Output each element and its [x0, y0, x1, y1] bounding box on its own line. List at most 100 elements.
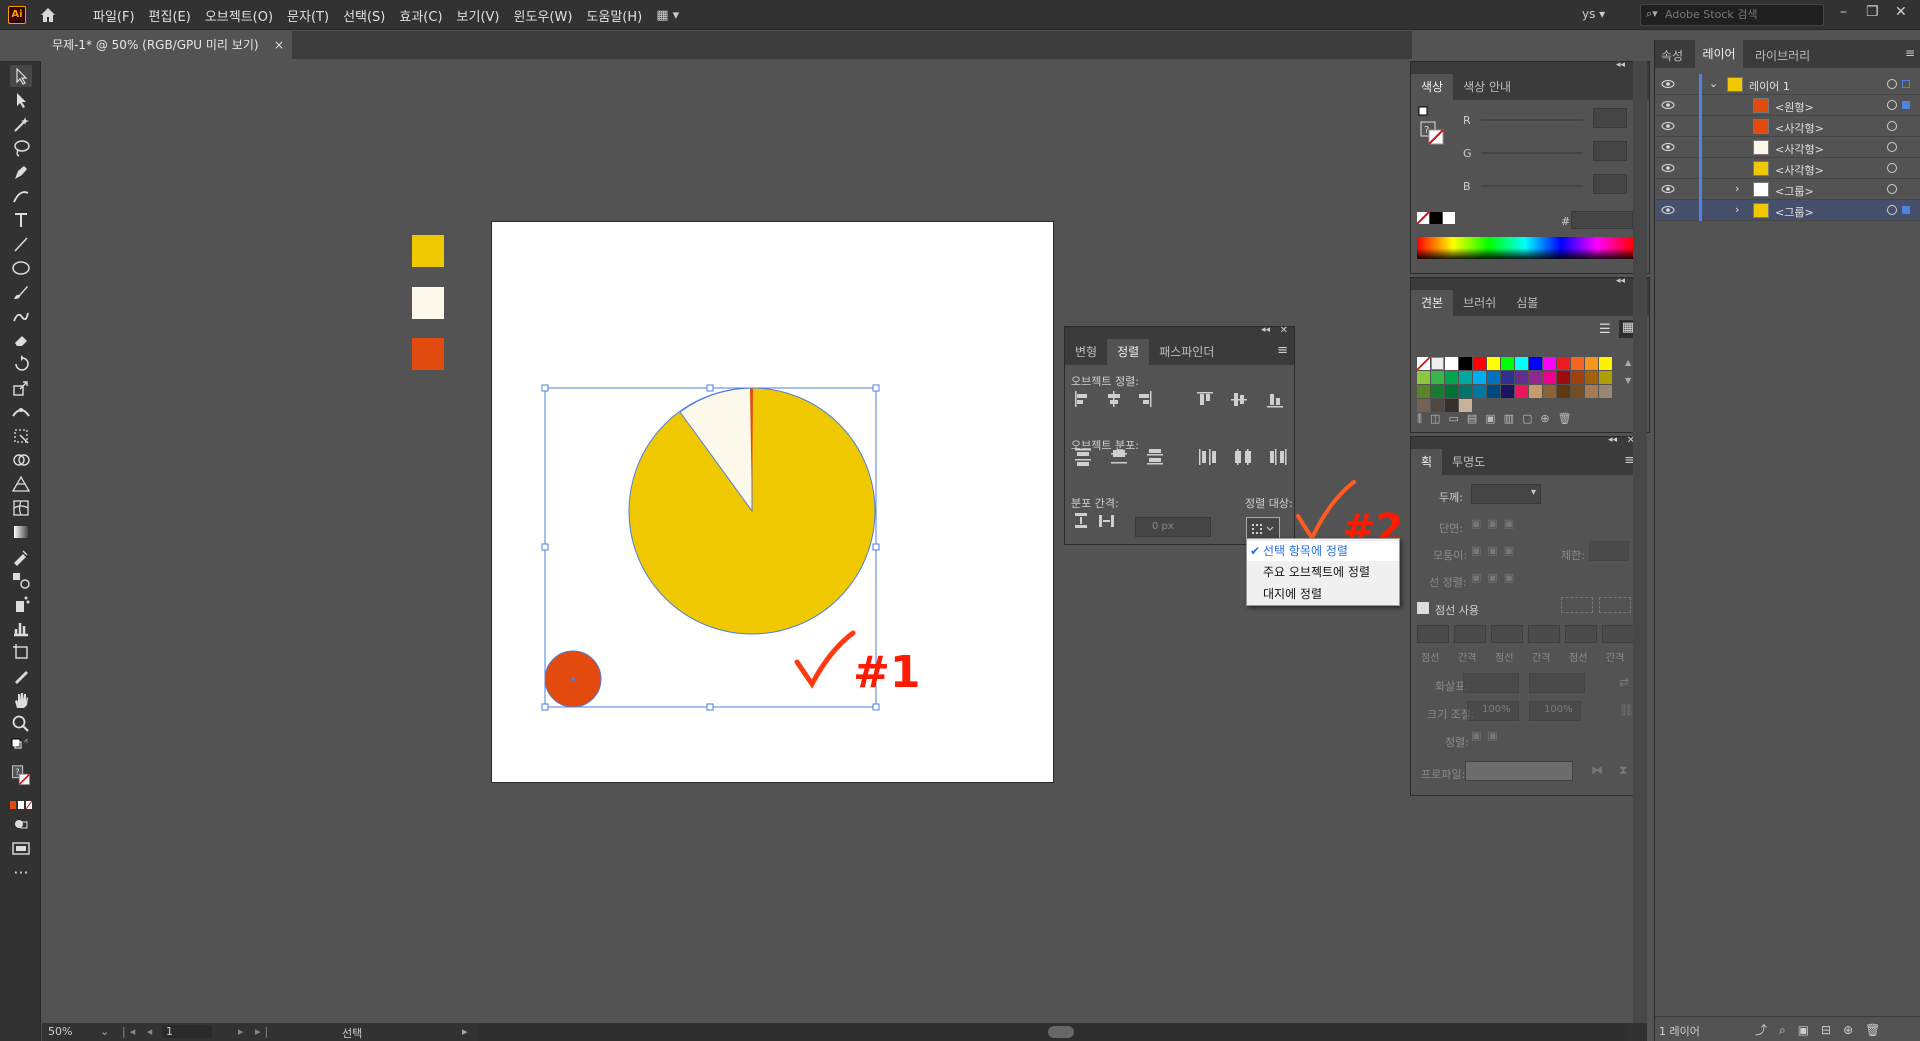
layers-footer-icons[interactable]: ⤴⌕▣⊟⊕🗑	[1755, 1021, 1892, 1038]
visibility-eye-icon[interactable]	[1661, 162, 1675, 174]
color-swatch[interactable]	[1431, 385, 1444, 398]
layer-sublayer-row[interactable]: <사각형>	[1655, 137, 1920, 158]
horizontal-scrollbar[interactable]	[478, 1023, 1628, 1041]
color-swatch[interactable]	[1557, 385, 1570, 398]
tab-align[interactable]: 정렬	[1107, 339, 1150, 365]
color-swatch[interactable]	[1501, 371, 1514, 384]
none-black-white-icons[interactable]	[1417, 212, 1457, 226]
dash-gap-field[interactable]	[1602, 625, 1634, 643]
dash-gap-field[interactable]	[1491, 625, 1523, 643]
visibility-eye-icon[interactable]	[1661, 78, 1675, 90]
tab-pathfinder[interactable]: 패스파인더	[1149, 339, 1224, 365]
tab-swatches[interactable]: 견본	[1411, 290, 1454, 316]
layer-sublayer-row[interactable]: <사각형>	[1655, 116, 1920, 137]
color-swatch[interactable]	[1417, 399, 1430, 412]
tab-layers[interactable]: 레이어	[1695, 40, 1743, 68]
end-scale-field[interactable]: 100%	[1529, 701, 1581, 721]
stroke-align-buttons[interactable]: ▣▣▣	[1471, 571, 1527, 587]
color-swatch[interactable]	[1445, 357, 1458, 370]
color-swatch[interactable]	[1571, 385, 1584, 398]
fill-stroke-mini-icon[interactable]: ?	[1417, 106, 1447, 152]
color-swatch[interactable]	[1501, 357, 1514, 370]
b-value-field[interactable]	[1593, 174, 1627, 194]
none-swatch[interactable]	[1417, 357, 1430, 370]
visibility-eye-icon[interactable]	[1661, 204, 1675, 216]
color-swatch[interactable]	[1571, 357, 1584, 370]
start-scale-field[interactable]: 100%	[1467, 701, 1519, 721]
color-swatch[interactable]	[1599, 385, 1612, 398]
target-circle-icon[interactable]	[1887, 184, 1897, 194]
tab-symbols[interactable]: 심볼	[1506, 290, 1548, 316]
color-swatch[interactable]	[1487, 371, 1500, 384]
visibility-eye-icon[interactable]	[1661, 141, 1675, 153]
visibility-eye-icon[interactable]	[1661, 120, 1675, 132]
color-swatch[interactable]	[1585, 385, 1598, 398]
r-slider[interactable]	[1481, 119, 1583, 121]
color-swatch[interactable]	[1417, 371, 1430, 384]
color-swatch[interactable]	[1571, 371, 1584, 384]
start-arrowhead-select[interactable]	[1463, 673, 1519, 693]
tab-properties[interactable]: 속성	[1661, 47, 1683, 64]
align-to-artboard-item[interactable]: 대지에 정렬	[1247, 584, 1399, 604]
color-swatch[interactable]	[1599, 357, 1612, 370]
color-swatch[interactable]	[1543, 371, 1556, 384]
collapse-icon[interactable]: ◂◂	[1616, 276, 1625, 286]
status-menu-arrow[interactable]: ▸	[462, 1025, 468, 1038]
tab-color-guide[interactable]: 색상 안내	[1453, 74, 1521, 100]
visibility-eye-icon[interactable]	[1661, 99, 1675, 111]
tab-transparency[interactable]: 투명도	[1442, 449, 1495, 475]
horizontal-scroll-thumb[interactable]	[1048, 1026, 1074, 1038]
tab-brushes[interactable]: 브러쉬	[1453, 290, 1506, 316]
align-to-dropdown[interactable]	[1246, 517, 1280, 539]
spacing-value-field[interactable]: 0 px	[1135, 517, 1211, 537]
color-swatch[interactable]	[1585, 357, 1598, 370]
color-swatch[interactable]	[1529, 357, 1542, 370]
dash-gap-field[interactable]	[1454, 625, 1486, 643]
target-circle-icon[interactable]	[1887, 142, 1897, 152]
color-swatch[interactable]	[1445, 399, 1458, 412]
color-swatch[interactable]	[1515, 371, 1528, 384]
layer-sublayer-row[interactable]: › <그룹>	[1655, 200, 1920, 221]
color-swatch[interactable]	[1501, 385, 1514, 398]
tab-stroke[interactable]: 획	[1411, 449, 1443, 475]
cap-buttons[interactable]: ▣▣▣	[1471, 517, 1527, 533]
flip-across-icon[interactable]: ⧓	[1591, 763, 1603, 777]
weight-field[interactable]: ▾	[1471, 484, 1541, 504]
selection-indicator[interactable]	[1902, 101, 1910, 109]
color-swatch[interactable]	[1431, 399, 1444, 412]
collapse-icon[interactable]: ◂◂	[1608, 435, 1617, 445]
dash-gap-field[interactable]	[1417, 625, 1449, 643]
collapse-icon[interactable]: ◂◂	[1261, 325, 1270, 335]
dash-gap-field[interactable]	[1565, 625, 1597, 643]
selection-indicator[interactable]	[1902, 80, 1910, 88]
swatch-footer-icons[interactable]: ⫼◫▭▤▣▥▢⊕🗑	[1417, 412, 1580, 426]
color-swatch[interactable]	[1543, 357, 1556, 370]
artboard-number[interactable]: 1	[162, 1025, 212, 1038]
color-swatch[interactable]	[1473, 385, 1486, 398]
dash-preserve-icon[interactable]	[1561, 597, 1593, 613]
b-slider[interactable]	[1481, 185, 1583, 187]
chevron-down-icon[interactable]: ⌄	[1709, 77, 1718, 90]
close-panel-icon[interactable]: ✕	[1280, 325, 1288, 336]
g-value-field[interactable]	[1593, 141, 1627, 161]
tab-libraries[interactable]: 라이브러리	[1755, 47, 1810, 64]
chevron-right-icon[interactable]: ›	[1735, 203, 1739, 216]
vertical-scrollbar[interactable]	[1633, 61, 1647, 1023]
color-swatch[interactable]	[1473, 371, 1486, 384]
color-swatch[interactable]	[1487, 357, 1500, 370]
selection-indicator[interactable]	[1902, 206, 1910, 214]
hex-field[interactable]	[1571, 211, 1633, 229]
collapse-icon[interactable]: ◂◂	[1616, 60, 1625, 70]
color-spectrum-bar[interactable]	[1417, 237, 1633, 259]
dash-align-icon[interactable]	[1599, 597, 1631, 613]
layer-sublayer-row[interactable]: <원형>	[1655, 95, 1920, 116]
layer-sublayer-row[interactable]: › <그룹>	[1655, 179, 1920, 200]
link-scale-icon[interactable]: ⛓	[1619, 703, 1634, 717]
target-circle-icon[interactable]	[1887, 121, 1897, 131]
zoom-dropdown-icon[interactable]: ⌄	[100, 1025, 109, 1038]
dashed-line-checkbox[interactable]	[1417, 602, 1429, 614]
flip-along-icon[interactable]: ⧗	[1619, 763, 1627, 778]
color-swatch[interactable]	[1557, 371, 1570, 384]
zoom-level[interactable]: 50%	[48, 1025, 72, 1038]
visibility-eye-icon[interactable]	[1661, 183, 1675, 195]
